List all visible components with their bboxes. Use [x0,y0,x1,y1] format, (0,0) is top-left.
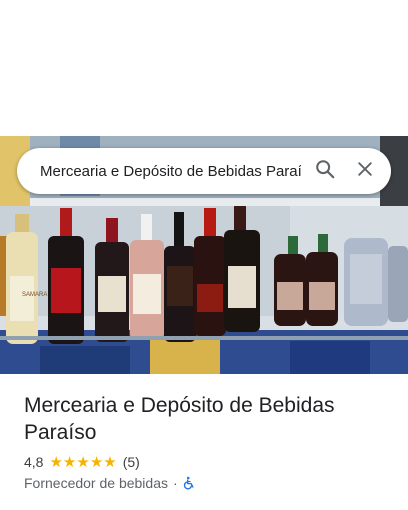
search-input[interactable]: Mercearia e Depósito de Bebidas Paraíso [40,163,301,180]
star-icon: ★ [62,453,77,471]
rating-value: 4,8 [24,454,44,470]
star-icon: ★ [89,453,104,471]
wheelchair-accessible-icon [183,476,197,490]
clear-search-button[interactable] [345,151,385,191]
star-icon: ★ [103,453,117,471]
star-icon: ★ [76,453,90,471]
place-info: Mercearia e Depósito de Bebidas Paraíso … [24,392,388,491]
rating-row[interactable]: 4,8 ★ ★ ★ ★ ★ (5) [24,454,388,470]
review-count: (5) [122,454,140,470]
search-button[interactable] [305,151,345,191]
place-title[interactable]: Mercearia e Depósito de Bebidas Paraíso [24,392,388,446]
close-icon [355,159,375,184]
bottle-label-samara: SAMARA [22,292,47,298]
category-row: Fornecedor de bebidas · [24,475,388,491]
search-bar[interactable]: Mercearia e Depósito de Bebidas Paraíso [17,148,391,194]
star-icon: ★ [49,453,63,471]
search-icon [314,158,336,185]
star-rating: ★ ★ ★ ★ ★ [49,455,116,470]
separator-dot: · [173,475,178,491]
place-category: Fornecedor de bebidas [24,475,168,491]
